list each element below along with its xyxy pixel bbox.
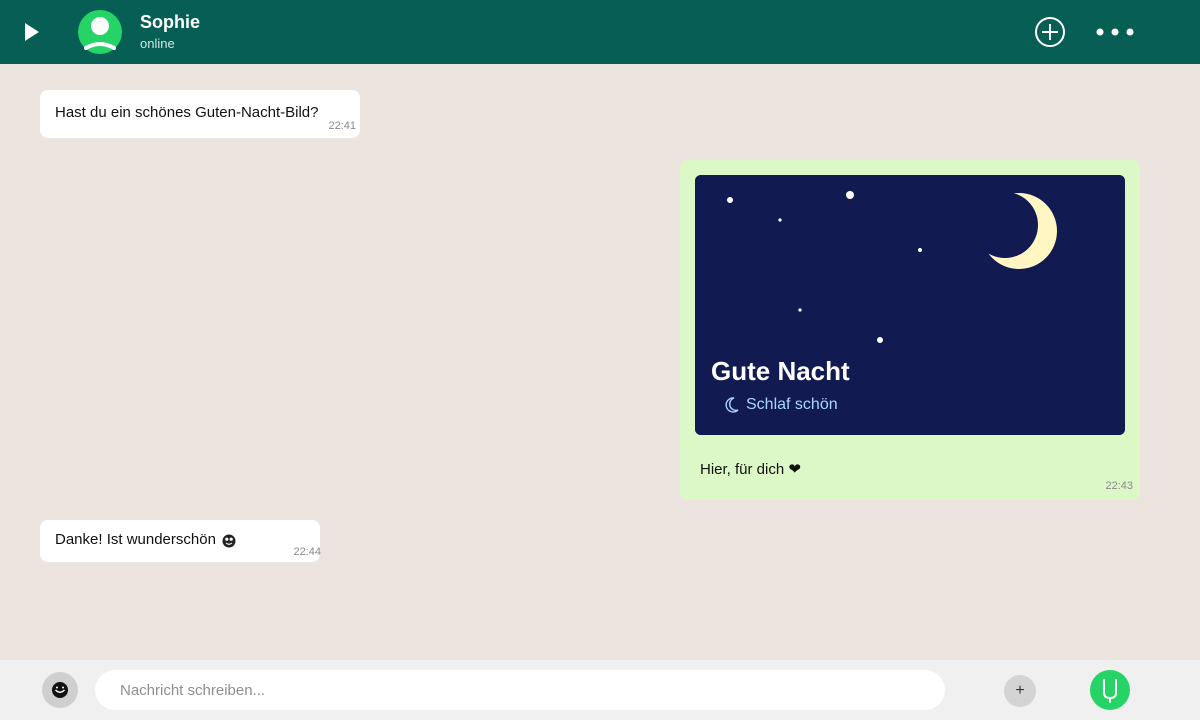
star-icon	[877, 337, 883, 343]
attach-button[interactable]: +	[1004, 675, 1036, 707]
message-text: Hier, für dich ❤	[700, 461, 801, 478]
crescent-moon-icon	[725, 397, 739, 413]
user-avatar-icon[interactable]	[78, 10, 122, 54]
image-subtitle: Schlaf schön	[746, 396, 838, 413]
message-time: 22:41	[328, 120, 356, 132]
send-button[interactable]	[1090, 670, 1130, 710]
star-icon	[778, 218, 782, 222]
shared-image[interactable]: Gute Nacht Schlaf schön	[695, 175, 1125, 435]
emoji-face-icon	[52, 682, 68, 698]
play-triangle-icon[interactable]	[22, 20, 42, 44]
plus-circle-icon[interactable]	[1033, 15, 1067, 49]
message-time: 22:44	[293, 546, 321, 558]
message-text: Danke! Ist wunderschön	[55, 531, 216, 548]
emoji-button[interactable]	[42, 672, 78, 708]
incoming-message[interactable]: Hast du ein schönes Guten-Nacht-Bild? 22…	[40, 90, 360, 138]
star-icon	[727, 197, 733, 203]
outgoing-message[interactable]: Gute Nacht Schlaf schön Hier, für dich ❤…	[680, 160, 1140, 500]
message-time: 22:43	[1105, 480, 1133, 492]
chat-header: Sophie online	[0, 0, 1200, 64]
smiling-face-emoji-icon	[222, 534, 236, 548]
contact-name[interactable]: Sophie	[140, 12, 200, 32]
contact-status: online	[140, 36, 175, 51]
message-text: Hast du ein schönes Guten-Nacht-Bild?	[55, 104, 319, 121]
message-composer: +	[0, 660, 1200, 720]
star-icon	[846, 191, 854, 199]
image-title: Gute Nacht	[711, 356, 850, 386]
more-dots-icon[interactable]	[1094, 22, 1136, 42]
incoming-message[interactable]: Danke! Ist wunderschön 22:44	[40, 520, 321, 562]
star-icon	[918, 248, 922, 252]
microphone-icon	[1103, 679, 1117, 703]
star-icon	[798, 308, 802, 312]
message-input[interactable]	[95, 670, 945, 710]
